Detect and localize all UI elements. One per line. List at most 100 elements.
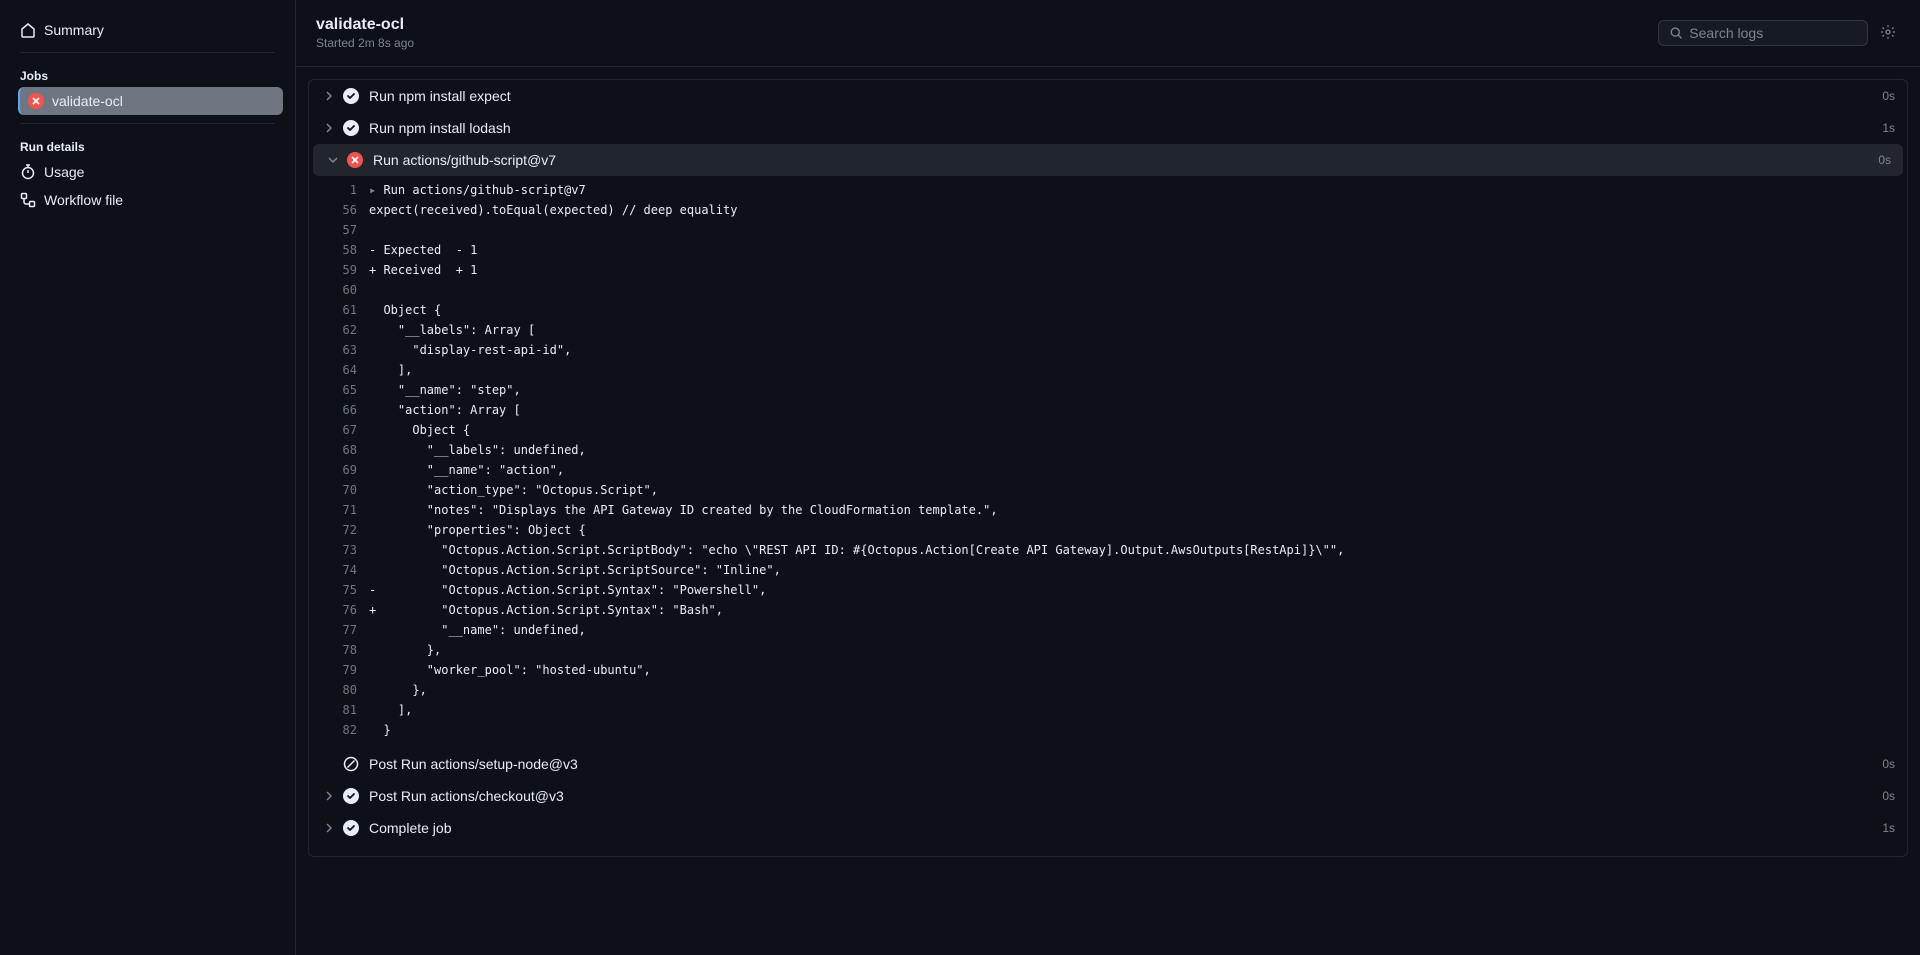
step-row[interactable]: Run npm install expect0s: [309, 80, 1907, 112]
line-number: 82: [321, 720, 369, 740]
step-duration: 0s: [1882, 757, 1895, 771]
log-line[interactable]: 69 "__name": "action",: [321, 460, 1895, 480]
log-line[interactable]: 76+ "Octopus.Action.Script.Syntax": "Bas…: [321, 600, 1895, 620]
log-line[interactable]: 65 "__name": "step",: [321, 380, 1895, 400]
run-details-header: Run details: [12, 132, 283, 158]
line-content: "worker_pool": "hosted-ubuntu",: [369, 660, 651, 680]
job-item[interactable]: validate-ocl: [18, 87, 283, 115]
log-line[interactable]: 73 "Octopus.Action.Script.ScriptBody": "…: [321, 540, 1895, 560]
log-line[interactable]: 56expect(received).toEqual(expected) // …: [321, 200, 1895, 220]
divider: [20, 52, 275, 53]
log-line[interactable]: 63 "display-rest-api-id",: [321, 340, 1895, 360]
sidebar-summary[interactable]: Summary: [12, 16, 283, 44]
log-line[interactable]: 79 "worker_pool": "hosted-ubuntu",: [321, 660, 1895, 680]
log-line[interactable]: 72 "properties": Object {: [321, 520, 1895, 540]
sidebar-workflow-file[interactable]: Workflow file: [12, 186, 283, 214]
line-content: "display-rest-api-id",: [369, 340, 571, 360]
line-content: "__name": "step",: [369, 380, 521, 400]
line-number: 70: [321, 480, 369, 500]
log-line[interactable]: 82 }: [321, 720, 1895, 740]
log-line[interactable]: 1Run actions/github-script@v7: [321, 180, 1895, 200]
sidebar-usage[interactable]: Usage: [12, 158, 283, 186]
line-content: },: [369, 680, 427, 700]
step-title: Run npm install lodash: [369, 120, 1882, 136]
log-line[interactable]: 67 Object {: [321, 420, 1895, 440]
log-line[interactable]: 75- "Octopus.Action.Script.Syntax": "Pow…: [321, 580, 1895, 600]
line-number: 74: [321, 560, 369, 580]
line-content: Object {: [369, 300, 441, 320]
jobs-header: Jobs: [12, 61, 283, 87]
line-number: 57: [321, 220, 369, 240]
log-line[interactable]: 80 },: [321, 680, 1895, 700]
line-number: 80: [321, 680, 369, 700]
step-title: Post Run actions/setup-node@v3: [369, 756, 1882, 772]
log-line[interactable]: 64 ],: [321, 360, 1895, 380]
line-number: 68: [321, 440, 369, 460]
step-row[interactable]: Post Run actions/checkout@v30s: [309, 780, 1907, 812]
jobs-list: validate-ocl: [12, 87, 283, 115]
line-content: "action": Array [: [369, 400, 521, 420]
settings-button[interactable]: [1876, 20, 1900, 47]
step-duration: 0s: [1878, 153, 1891, 167]
sidebar-workflow-file-label: Workflow file: [44, 192, 123, 208]
line-number: 66: [321, 400, 369, 420]
log-line[interactable]: 66 "action": Array [: [321, 400, 1895, 420]
step-title: Run npm install expect: [369, 88, 1882, 104]
line-content: Run actions/github-script@v7: [369, 180, 586, 200]
line-number: 59: [321, 260, 369, 280]
gear-icon: [1880, 24, 1896, 40]
line-number: 71: [321, 500, 369, 520]
home-icon: [20, 22, 36, 38]
line-content: "action_type": "Octopus.Script",: [369, 480, 658, 500]
check-circle-icon: [343, 120, 359, 136]
line-number: 79: [321, 660, 369, 680]
line-number: 58: [321, 240, 369, 260]
search-box[interactable]: [1658, 20, 1868, 46]
line-content: "Octopus.Action.Script.ScriptBody": "ech…: [369, 540, 1344, 560]
log-line[interactable]: 57: [321, 220, 1895, 240]
step-row[interactable]: Complete job1s: [309, 812, 1907, 844]
log-line[interactable]: 81 ],: [321, 700, 1895, 720]
log-container: Run npm install expect0sRun npm install …: [308, 79, 1908, 857]
log-line[interactable]: 70 "action_type": "Octopus.Script",: [321, 480, 1895, 500]
job-label: validate-ocl: [52, 93, 123, 109]
line-number: 78: [321, 640, 369, 660]
log-line[interactable]: 62 "__labels": Array [: [321, 320, 1895, 340]
line-number: 61: [321, 300, 369, 320]
log-lines: 1Run actions/github-script@v756expect(re…: [309, 176, 1907, 748]
step-title: Post Run actions/checkout@v3: [369, 788, 1882, 804]
line-content: "__labels": undefined,: [369, 440, 586, 460]
page-subtitle: Started 2m 8s ago: [316, 36, 414, 50]
log-line[interactable]: 61 Object {: [321, 300, 1895, 320]
stopwatch-icon: [20, 164, 36, 180]
line-content: ],: [369, 700, 412, 720]
sidebar: Summary Jobs validate-ocl Run details Us…: [0, 0, 295, 955]
main-content: validate-ocl Started 2m 8s ago Run npm i…: [295, 0, 1920, 955]
log-line[interactable]: 68 "__labels": undefined,: [321, 440, 1895, 460]
log-line[interactable]: 78 },: [321, 640, 1895, 660]
line-number: 1: [321, 180, 369, 200]
line-content: "__name": undefined,: [369, 620, 586, 640]
log-line[interactable]: 60: [321, 280, 1895, 300]
log-line[interactable]: 58- Expected - 1: [321, 240, 1895, 260]
log-line[interactable]: 74 "Octopus.Action.Script.ScriptSource":…: [321, 560, 1895, 580]
line-number: 81: [321, 700, 369, 720]
log-line[interactable]: 59+ Received + 1: [321, 260, 1895, 280]
line-content: ],: [369, 360, 412, 380]
workflow-icon: [20, 192, 36, 208]
content-header: validate-ocl Started 2m 8s ago: [296, 0, 1920, 67]
step-row[interactable]: Post Run actions/setup-node@v30s: [309, 748, 1907, 780]
line-content: - "Octopus.Action.Script.Syntax": "Power…: [369, 580, 766, 600]
step-row[interactable]: Run npm install lodash1s: [309, 112, 1907, 144]
line-number: 67: [321, 420, 369, 440]
log-line[interactable]: 71 "notes": "Displays the API Gateway ID…: [321, 500, 1895, 520]
step-row[interactable]: Run actions/github-script@v70s: [313, 144, 1903, 176]
sidebar-summary-label: Summary: [44, 22, 104, 38]
search-input[interactable]: [1689, 25, 1857, 41]
line-number: 62: [321, 320, 369, 340]
line-content: "properties": Object {: [369, 520, 586, 540]
divider: [20, 123, 275, 124]
line-content: + "Octopus.Action.Script.Syntax": "Bash"…: [369, 600, 723, 620]
log-line[interactable]: 77 "__name": undefined,: [321, 620, 1895, 640]
line-number: 73: [321, 540, 369, 560]
